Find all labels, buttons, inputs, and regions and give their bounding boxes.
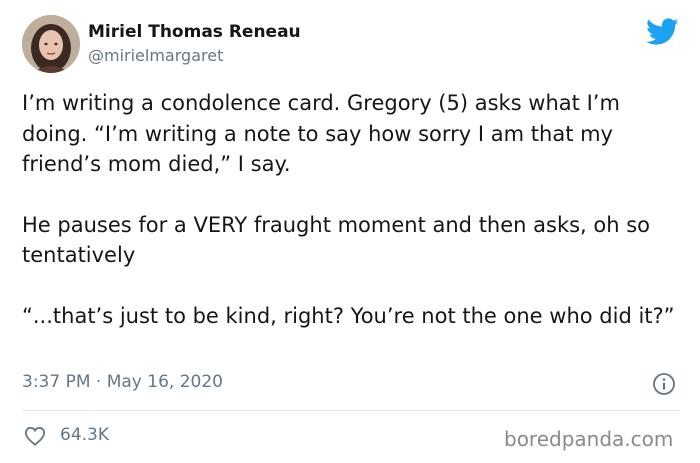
avatar-photo <box>22 15 80 73</box>
author-name[interactable]: Miriel Thomas Reneau <box>88 22 301 42</box>
like-count: 64.3K <box>60 425 109 445</box>
author-handle[interactable]: @mirielmargaret <box>88 46 223 65</box>
tweet-paragraph: “...that’s just to be kind, right? You’r… <box>22 303 675 328</box>
tweet-text: I’m writing a condolence card. Gregory (… <box>22 88 682 331</box>
divider <box>22 410 680 411</box>
tweet-paragraph: He pauses for a VERY fraught moment and … <box>22 212 651 268</box>
twitter-bird-icon[interactable] <box>646 18 679 46</box>
tweet-timestamp[interactable]: 3:37 PM · May 16, 2020 <box>22 372 223 392</box>
info-icon[interactable] <box>652 372 676 396</box>
watermark: boredpanda.com <box>504 427 674 451</box>
avatar[interactable] <box>22 15 80 73</box>
heart-icon[interactable] <box>24 426 46 446</box>
tweet-paragraph: I’m writing a condolence card. Gregory (… <box>22 91 620 176</box>
